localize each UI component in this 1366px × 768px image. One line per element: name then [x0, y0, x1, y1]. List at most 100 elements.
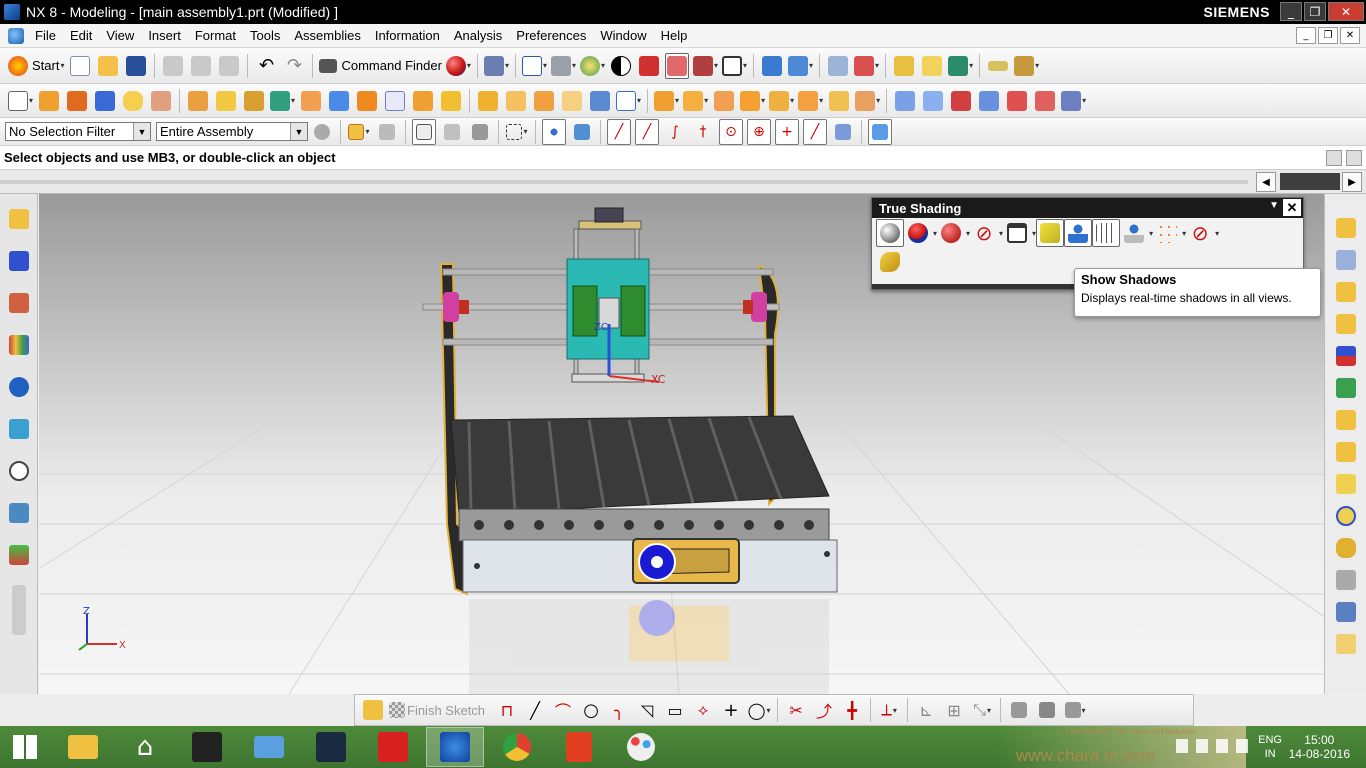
save-button[interactable]	[124, 53, 148, 79]
replace-component-button[interactable]	[1331, 308, 1361, 340]
split-body-button[interactable]	[504, 88, 528, 114]
information-button[interactable]	[826, 53, 850, 79]
make-corner-button[interactable]: ╋	[840, 697, 864, 723]
scroll-left-icon[interactable]: ◀	[1256, 172, 1276, 192]
web-browser-tab[interactable]	[4, 412, 34, 446]
restore-button[interactable]: ❐	[1304, 2, 1326, 21]
selection-button[interactable]: ▾	[948, 53, 973, 79]
show-constraints-button[interactable]: ⊞	[942, 697, 966, 723]
fit-view-button[interactable]: ▾	[521, 53, 547, 79]
studio-surface-button[interactable]	[977, 88, 1001, 114]
cut-button[interactable]	[161, 53, 185, 79]
edge-blend-button[interactable]	[299, 88, 323, 114]
trim-sheet-button[interactable]: ▾	[1061, 88, 1086, 114]
n-sided-button[interactable]	[1033, 88, 1057, 114]
face-select-button[interactable]	[868, 118, 892, 145]
section-view-button[interactable]: ▾	[693, 53, 718, 79]
background-button[interactable]	[609, 53, 633, 79]
close-button[interactable]: ✕	[1328, 2, 1364, 21]
horizontal-scrollbar[interactable]: ◀ ▶	[0, 170, 1366, 194]
menu-file[interactable]: File	[28, 28, 63, 43]
sequence-button[interactable]	[1331, 500, 1361, 532]
material-library-button[interactable]	[937, 219, 965, 247]
arc-button[interactable]: ⌒	[551, 697, 575, 723]
swept-button[interactable]	[1005, 88, 1029, 114]
doc-minimize-button[interactable]: _	[1296, 27, 1316, 44]
reuse-library-tab[interactable]	[4, 328, 34, 362]
menu-preferences[interactable]: Preferences	[509, 28, 593, 43]
snap-button[interactable]	[920, 53, 944, 79]
remove-lights-button[interactable]: ⊘	[1186, 219, 1214, 247]
point-sketch-button[interactable]: +	[719, 697, 743, 723]
redo-button[interactable]: ↷	[282, 53, 306, 79]
arc-center-button[interactable]: ⊙	[719, 118, 743, 145]
create-array-button[interactable]	[1331, 276, 1361, 308]
draft-button[interactable]	[355, 88, 379, 114]
open-button[interactable]	[96, 53, 120, 79]
circle-button[interactable]: ○	[579, 697, 603, 723]
datum-axis-button[interactable]	[242, 88, 266, 114]
menu-insert[interactable]: Insert	[141, 28, 188, 43]
wireframe-cube-button[interactable]	[665, 52, 689, 79]
true-shading-toggle[interactable]	[876, 219, 904, 247]
doc-close-button[interactable]: ✕	[1340, 27, 1360, 44]
signal-icon[interactable]	[1196, 739, 1208, 753]
background-type-button[interactable]	[1003, 219, 1031, 247]
game-app-button[interactable]	[178, 727, 236, 767]
measure-button[interactable]: ▾	[854, 53, 879, 79]
office-button[interactable]	[550, 727, 608, 767]
paste-button[interactable]	[217, 53, 241, 79]
curve-mesh-button[interactable]	[949, 88, 973, 114]
system-materials-tab[interactable]	[4, 496, 34, 530]
line-button[interactable]: ╱	[523, 697, 547, 723]
deformable-button[interactable]	[1331, 628, 1361, 660]
home-button[interactable]: ⌂	[116, 727, 174, 767]
orient-view-button[interactable]: ▾	[550, 53, 576, 79]
part-navigator-tab[interactable]	[4, 286, 34, 320]
point-button[interactable]: ▾	[270, 88, 295, 114]
offset-face-button[interactable]	[532, 88, 556, 114]
selection-scope-select[interactable]: Entire Assembly ▼	[156, 122, 308, 141]
nx-menu-icon[interactable]	[8, 27, 24, 44]
dialog-menu-icon[interactable]: ▼	[1269, 200, 1279, 211]
move-face-button[interactable]: ▾	[654, 88, 679, 114]
cylinder-button[interactable]	[121, 88, 145, 114]
quadrant-button[interactable]: ⊕	[747, 118, 771, 145]
menu-edit[interactable]: Edit	[63, 28, 99, 43]
filter-settings-button[interactable]	[310, 119, 334, 145]
status-grid-icon[interactable]	[1326, 150, 1342, 166]
mate-component-button[interactable]	[1331, 340, 1361, 372]
3dsmax-button[interactable]	[302, 727, 360, 767]
file-explorer-button[interactable]	[54, 727, 112, 767]
snap-options-button[interactable]	[570, 119, 594, 145]
drafting-button[interactable]: ▾	[1014, 53, 1039, 79]
offset-curve-button[interactable]	[1007, 697, 1031, 723]
scroll-right-icon[interactable]: ▶	[1342, 172, 1362, 192]
layer-button[interactable]: ▾	[722, 53, 747, 79]
label-chamfer-button[interactable]: ▾	[855, 88, 880, 114]
quick-extend-button[interactable]: ⤴	[812, 697, 836, 723]
sketch-task-button[interactable]	[361, 697, 385, 723]
copy-button[interactable]	[189, 53, 213, 79]
extrude-button[interactable]	[37, 88, 61, 114]
explode-button[interactable]	[1331, 468, 1361, 500]
studio-spline-button[interactable]: ◯ ▾	[747, 697, 771, 723]
menu-window[interactable]: Window	[593, 28, 653, 43]
intersection-button[interactable]: †	[691, 119, 715, 145]
battery-icon[interactable]	[1216, 739, 1228, 753]
assembly-tree-button[interactable]	[1331, 596, 1361, 628]
hole-button[interactable]	[149, 88, 173, 114]
paint-button[interactable]	[612, 727, 670, 767]
shell-button[interactable]	[383, 88, 407, 114]
undo-button[interactable]: ↶	[254, 53, 278, 79]
replace-blend-button[interactable]	[827, 88, 851, 114]
solidworks-button[interactable]	[364, 727, 422, 767]
new-button[interactable]	[68, 53, 92, 79]
link-button[interactable]	[1331, 532, 1361, 564]
mid-point-button[interactable]: ╱	[635, 118, 659, 145]
tablet-app-button[interactable]	[240, 727, 298, 767]
render-style-button[interactable]: ▾	[579, 53, 605, 79]
ruler-button[interactable]	[986, 53, 1010, 79]
invert-selection-button[interactable]	[375, 119, 399, 145]
selection-filter-select[interactable]: No Selection Filter ▼	[5, 122, 151, 141]
